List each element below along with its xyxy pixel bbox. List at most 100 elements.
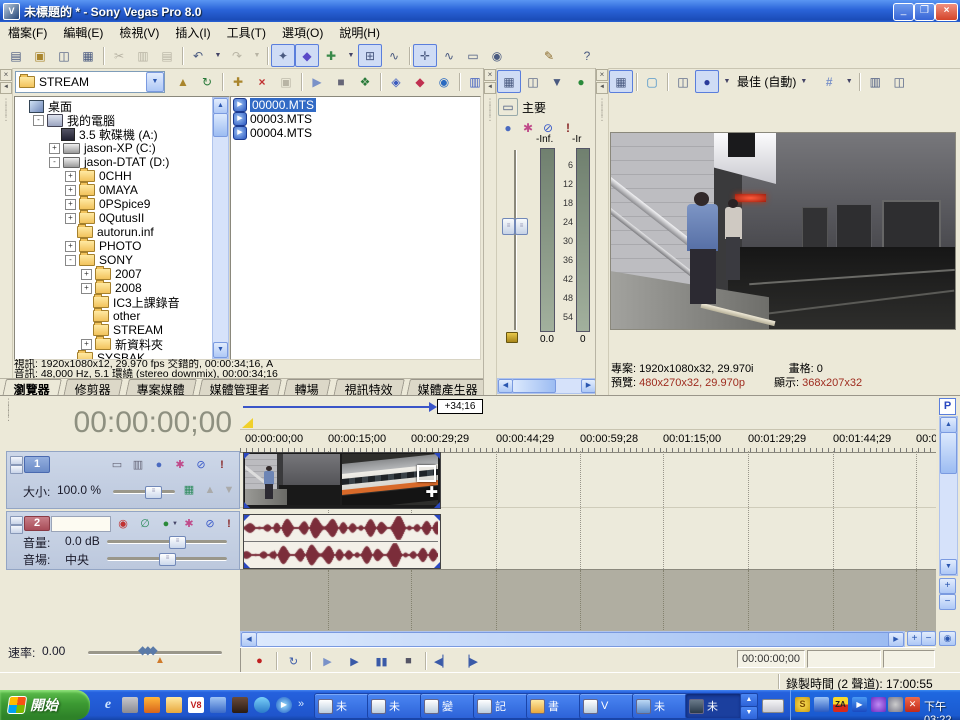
tab-trimmer[interactable]: 修剪器 (63, 379, 123, 396)
timeline-vscrollbar[interactable]: ▲ ▼ (939, 416, 958, 576)
selection-tool-button[interactable]: ▭ (461, 44, 485, 67)
quicklaunch-camera-icon[interactable] (122, 697, 138, 713)
expander[interactable]: + (65, 241, 76, 252)
zoom-in-track-button[interactable]: + (939, 578, 956, 594)
track2-record-arm-icon[interactable]: ◉ (113, 514, 133, 533)
tree-item[interactable]: 新資料夾 (115, 336, 163, 353)
expander[interactable]: + (81, 283, 92, 294)
quality-dropdown-icon[interactable]: ▼ (720, 70, 734, 93)
track2-header[interactable]: 2 ◉ ∅ ● ▼ ✱ ⊘ ! 音量: 0.0 dB ≡ 音場: 中央 ≡ (6, 511, 240, 570)
bus-insert-fx-icon[interactable]: ● (498, 116, 518, 139)
vscroll-thumb[interactable] (940, 432, 957, 474)
tray-volume-icon[interactable] (888, 697, 903, 712)
task-button-6[interactable]: V (579, 693, 636, 719)
go-to-end-button[interactable]: ▕▶ (456, 651, 483, 672)
track1-fx-gear-icon[interactable]: ✱ (170, 455, 190, 474)
expander[interactable]: + (81, 339, 92, 350)
mixer-scroll-left-icon[interactable]: ◀ (498, 379, 513, 393)
tree-item[interactable]: autorun.inf (97, 225, 154, 239)
tree-item[interactable]: 2007 (115, 267, 142, 281)
preview-grip[interactable]: ⋮⋮⋮⋮ (596, 100, 608, 120)
copy-button[interactable]: ▥ (131, 44, 155, 67)
expander[interactable]: + (65, 199, 76, 210)
expander[interactable]: + (49, 143, 60, 154)
redo-dropdown-icon[interactable]: ▼ (250, 44, 264, 67)
tab-project-media[interactable]: 專案媒體 (125, 379, 197, 396)
undo-dropdown-icon[interactable]: ▼ (211, 44, 225, 67)
language-keyboard-icon[interactable] (762, 699, 784, 713)
tab-explorer[interactable]: 瀏覽器 (2, 379, 62, 396)
track1-mute-icon[interactable]: ⊘ (191, 455, 211, 474)
menu-insert[interactable]: 插入(I) (167, 22, 218, 43)
save-snapshot-button[interactable]: ◫ (887, 70, 911, 93)
timeline-ruler[interactable]: 00:00:00;00 00:00:15;00 00:00:29;29 00:0… (240, 429, 936, 453)
pause-button[interactable]: ▮▮ (368, 651, 395, 672)
video-event[interactable]: ✚ (243, 452, 441, 509)
timeline-hscrollbar[interactable]: ◀ ▶ (240, 631, 905, 648)
open-button[interactable]: ▣ (28, 44, 52, 67)
task-button-7[interactable]: 未 (632, 693, 689, 719)
tray-clock[interactable]: 下午 03:22 (924, 698, 960, 720)
preview-pin-icon[interactable]: ◄ (596, 82, 608, 94)
start-button[interactable]: 開始 (0, 690, 90, 720)
timeline-time-display[interactable]: 00:00:00;00 (30, 406, 232, 440)
refresh-button[interactable]: ↻ (195, 70, 219, 93)
audio-event[interactable] (243, 514, 441, 569)
vscroll-down-icon[interactable]: ▼ (940, 559, 957, 575)
interactive-tutorials-button[interactable]: ✎ (537, 44, 561, 67)
tray-alert-icon[interactable]: ✕ (905, 697, 920, 712)
record-button[interactable]: ● (246, 651, 273, 672)
tree-scroll-up-icon[interactable]: ▲ (213, 98, 228, 114)
track1-minimize-icon[interactable] (10, 456, 23, 465)
taskband-scroll-up-icon[interactable]: ▲ (740, 693, 758, 707)
lock-envelopes-dropdown-icon[interactable]: ▼ (344, 44, 358, 67)
track1-bypass-motion-blur-icon[interactable]: ▭ (107, 455, 127, 474)
task-button-5[interactable]: 書 (526, 693, 583, 719)
file-item[interactable]: 00004.MTS (250, 126, 312, 140)
explorer-dock-strip[interactable]: × ◄ ⋮⋮⋮⋮ (0, 68, 13, 378)
task-button-4[interactable]: 記 (473, 693, 530, 719)
ignore-event-grouping-button[interactable]: ⊞ (358, 44, 382, 67)
task-button-3[interactable]: 變 (420, 693, 477, 719)
track1-multicam-icon[interactable]: ▦ (179, 480, 199, 499)
paste-button[interactable]: ▤ (155, 44, 179, 67)
go-to-start-button[interactable]: ◀▏ (429, 651, 456, 672)
dim-output-button[interactable]: ▼ (545, 70, 569, 93)
explorer-pin-icon[interactable]: ◄ (0, 82, 12, 94)
tab-video-fx[interactable]: 視訊特效 (333, 379, 405, 396)
new-folder-button[interactable]: ✚ (226, 70, 250, 93)
split-screen-button[interactable]: ◫ (671, 70, 695, 93)
expander[interactable]: - (65, 255, 76, 266)
menu-tools[interactable]: 工具(T) (219, 22, 274, 43)
mixer-properties-button[interactable]: ▦ (497, 70, 521, 93)
track1-solo-icon[interactable]: ! (212, 455, 232, 474)
tray-antivirus-icon[interactable]: S (795, 697, 810, 712)
properties-button[interactable]: ▦ (76, 44, 100, 67)
tree-scroll-down-icon[interactable]: ▼ (213, 342, 228, 358)
minimize-button[interactable]: _ (893, 3, 914, 21)
preview-close-icon[interactable]: × (596, 69, 608, 81)
tree-scrollbar[interactable]: ▲ ▼ (212, 97, 229, 359)
address-combobox[interactable]: STREAM ▼ (15, 71, 165, 93)
zoom-tool-corner-icon[interactable]: ◉ (939, 631, 956, 646)
bus-fx-gear-icon[interactable]: ✱ (518, 116, 538, 139)
menu-file[interactable]: 檔案(F) (0, 22, 55, 43)
mixer-scroll-thumb[interactable] (512, 379, 556, 393)
downmix-output-button[interactable]: ◫ (521, 70, 545, 93)
external-monitor-button[interactable]: ▢ (640, 70, 664, 93)
menu-view[interactable]: 檢視(V) (111, 22, 167, 43)
quicklaunch-ie-icon[interactable]: e (100, 697, 116, 713)
track1-insert-fx-icon[interactable]: ● (149, 455, 169, 474)
timeline-grip[interactable]: ⋮⋮⋮⋮ (4, 400, 13, 420)
tab-media-manager[interactable]: 媒體管理者 (198, 379, 282, 396)
enable-snapping-button[interactable]: ✦ (271, 44, 295, 67)
vscroll-up-icon[interactable]: ▲ (940, 417, 957, 433)
track2-restore-icon[interactable] (10, 525, 23, 534)
tree-item[interactable]: SONY (99, 253, 133, 267)
play-from-start-button[interactable]: ▶ (314, 651, 341, 672)
undo-button[interactable]: ↶ (186, 44, 210, 67)
track2-phase-icon[interactable]: ∅ (135, 514, 155, 533)
tray-mediaplayer-icon[interactable]: ▶ (852, 697, 867, 712)
timeline-tracks-view[interactable]: +34;16 00:00:00;00 00:00:15;00 00:00:29;… (240, 396, 936, 673)
task-button-1[interactable]: 未 (314, 693, 371, 719)
